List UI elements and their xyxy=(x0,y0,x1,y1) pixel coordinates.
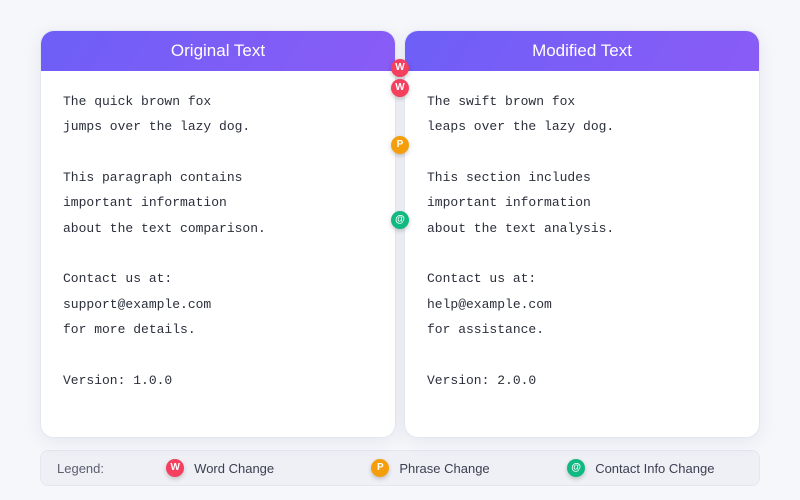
legend-text: Contact Info Change xyxy=(595,461,714,476)
legend-bar: Legend: W Word Change P Phrase Change @ … xyxy=(40,450,760,486)
word-change-icon: W xyxy=(166,459,184,477)
modified-panel: Modified Text The swift brown fox leaps … xyxy=(404,30,760,438)
legend-item-phrase: P Phrase Change xyxy=(328,459,532,477)
phrase-change-icon: P xyxy=(371,459,389,477)
legend-item-word: W Word Change xyxy=(118,459,322,477)
original-panel: Original Text The quick brown fox jumps … xyxy=(40,30,396,438)
original-text[interactable]: The quick brown fox jumps over the lazy … xyxy=(41,71,395,407)
contact-change-icon: @ xyxy=(567,459,585,477)
original-panel-title: Original Text xyxy=(41,31,395,71)
legend-text: Word Change xyxy=(194,461,274,476)
modified-panel-title: Modified Text xyxy=(405,31,759,71)
diff-panels: Original Text The quick brown fox jumps … xyxy=(40,30,760,438)
legend-text: Phrase Change xyxy=(399,461,489,476)
modified-text[interactable]: The swift brown fox leaps over the lazy … xyxy=(405,71,759,407)
legend-label: Legend: xyxy=(57,461,104,476)
legend-item-contact: @ Contact Info Change xyxy=(539,459,743,477)
